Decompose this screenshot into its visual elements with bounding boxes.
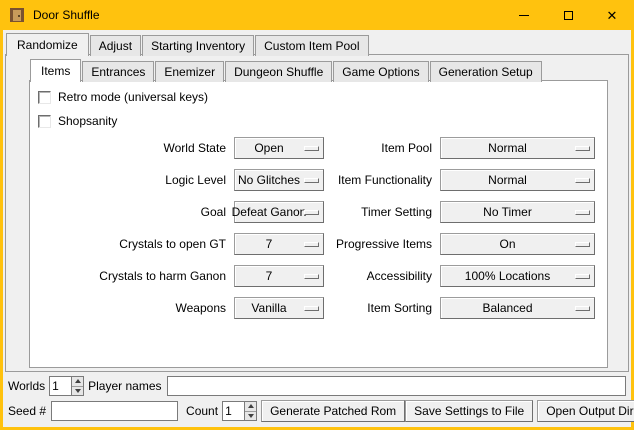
- dropdown-indicator-icon: [575, 242, 590, 247]
- goal-dropdown[interactable]: Defeat Ganon: [234, 201, 324, 223]
- worlds-spin-down-button[interactable]: [72, 386, 83, 396]
- items-panel: Retro mode (universal keys) Shopsanity W…: [29, 80, 608, 368]
- retro-mode-checkbox[interactable]: [38, 91, 51, 104]
- count-label: Count: [186, 404, 218, 418]
- world-state-label: World State: [30, 141, 234, 155]
- dropdown-indicator-icon: [304, 146, 319, 151]
- accessibility-dropdown[interactable]: 100% Locations: [440, 265, 595, 287]
- tab-entrances[interactable]: Entrances: [82, 61, 154, 82]
- dropdown-indicator-icon: [575, 210, 590, 215]
- player-names-label: Player names: [88, 379, 161, 393]
- item-sorting-label: Item Sorting: [330, 301, 440, 315]
- minimize-button[interactable]: [502, 0, 546, 30]
- tab-game-options[interactable]: Game Options: [333, 61, 428, 82]
- goal-label: Goal: [30, 205, 234, 219]
- tab-enemizer[interactable]: Enemizer: [155, 61, 224, 82]
- randomize-panel: Items Entrances Enemizer Dungeon Shuffle…: [5, 54, 629, 372]
- player-names-input[interactable]: [167, 376, 627, 396]
- crystals-ganon-label: Crystals to harm Ganon: [30, 269, 234, 283]
- dropdown-indicator-icon: [304, 306, 319, 311]
- window-title: Door Shuffle: [33, 8, 100, 22]
- weapons-label: Weapons: [30, 301, 234, 315]
- tab-items[interactable]: Items: [30, 59, 81, 82]
- open-output-directory-button[interactable]: Open Output Directory: [537, 400, 634, 422]
- crystals-gt-label: Crystals to open GT: [30, 237, 234, 251]
- worlds-spin-up-button[interactable]: [72, 377, 83, 386]
- spin-up-icon: [248, 404, 254, 408]
- count-spin-down-button[interactable]: [245, 411, 256, 421]
- seed-label: Seed #: [8, 404, 46, 418]
- worlds-row: Worlds Player names: [8, 375, 626, 397]
- minimize-icon: [519, 15, 529, 16]
- tab-adjust[interactable]: Adjust: [90, 35, 141, 56]
- count-input[interactable]: [222, 401, 244, 421]
- worlds-input[interactable]: [49, 376, 71, 396]
- crystals-gt-dropdown[interactable]: 7: [234, 233, 324, 255]
- outer-tabbar: Randomize Adjust Starting Inventory Cust…: [6, 33, 370, 56]
- dropdown-indicator-icon: [575, 274, 590, 279]
- weapons-dropdown[interactable]: Vanilla: [234, 297, 324, 319]
- progressive-items-label: Progressive Items: [330, 237, 440, 251]
- shopsanity-row: Shopsanity: [38, 112, 117, 130]
- dropdown-indicator-icon: [304, 274, 319, 279]
- tab-generation-setup[interactable]: Generation Setup: [430, 61, 542, 82]
- inner-tabbar: Items Entrances Enemizer Dungeon Shuffle…: [30, 59, 543, 82]
- spin-down-icon: [248, 414, 254, 418]
- shopsanity-label: Shopsanity: [58, 114, 117, 128]
- item-sorting-dropdown[interactable]: Balanced: [440, 297, 595, 319]
- count-spin-up-button[interactable]: [245, 402, 256, 411]
- timer-setting-label: Timer Setting: [330, 205, 440, 219]
- tab-starting-inventory[interactable]: Starting Inventory: [142, 35, 254, 56]
- client-area: Randomize Adjust Starting Inventory Cust…: [3, 30, 631, 427]
- progressive-items-dropdown[interactable]: On: [440, 233, 595, 255]
- dropdown-indicator-icon: [575, 306, 590, 311]
- generate-patched-rom-button[interactable]: Generate Patched Rom: [261, 400, 405, 422]
- close-button[interactable]: ✕: [590, 0, 634, 30]
- close-icon: ✕: [607, 9, 618, 22]
- dropdown-indicator-icon: [575, 178, 590, 183]
- settings-column-left: World State Open Logic Level No Glitches: [30, 137, 324, 329]
- item-functionality-dropdown[interactable]: Normal: [440, 169, 595, 191]
- worlds-label: Worlds: [8, 379, 45, 393]
- tab-custom-item-pool[interactable]: Custom Item Pool: [255, 35, 368, 56]
- item-functionality-label: Item Functionality: [330, 173, 440, 187]
- spin-down-icon: [75, 389, 81, 393]
- settings-column-right: Item Pool Normal Item Functionality Norm…: [330, 137, 595, 329]
- timer-setting-dropdown[interactable]: No Timer: [440, 201, 595, 223]
- app-icon: [9, 7, 25, 23]
- dropdown-indicator-icon: [575, 146, 590, 151]
- worlds-spinbox: [49, 376, 84, 396]
- crystals-ganon-dropdown[interactable]: 7: [234, 265, 324, 287]
- retro-mode-label: Retro mode (universal keys): [58, 90, 208, 104]
- count-spinbox: [222, 401, 257, 421]
- seed-row: Seed # Count Generate Patched Rom Save S…: [8, 400, 626, 422]
- shopsanity-checkbox[interactable]: [38, 115, 51, 128]
- logic-level-dropdown[interactable]: No Glitches: [234, 169, 324, 191]
- titlebar: Door Shuffle ✕: [0, 0, 634, 30]
- save-settings-button[interactable]: Save Settings to File: [405, 400, 533, 422]
- maximize-icon: [564, 11, 573, 20]
- maximize-button[interactable]: [546, 0, 590, 30]
- dropdown-indicator-icon: [304, 242, 319, 247]
- retro-mode-row: Retro mode (universal keys): [38, 88, 208, 106]
- spin-up-icon: [75, 379, 81, 383]
- app-window: Door Shuffle ✕ Randomize Adjust Starting…: [0, 0, 634, 430]
- seed-input[interactable]: [51, 401, 178, 421]
- dropdown-indicator-icon: [304, 210, 319, 215]
- item-pool-label: Item Pool: [330, 141, 440, 155]
- world-state-dropdown[interactable]: Open: [234, 137, 324, 159]
- item-pool-dropdown[interactable]: Normal: [440, 137, 595, 159]
- tab-dungeon-shuffle[interactable]: Dungeon Shuffle: [225, 61, 332, 82]
- accessibility-label: Accessibility: [330, 269, 440, 283]
- logic-level-label: Logic Level: [30, 173, 234, 187]
- dropdown-indicator-icon: [304, 178, 319, 183]
- tab-randomize[interactable]: Randomize: [6, 33, 89, 56]
